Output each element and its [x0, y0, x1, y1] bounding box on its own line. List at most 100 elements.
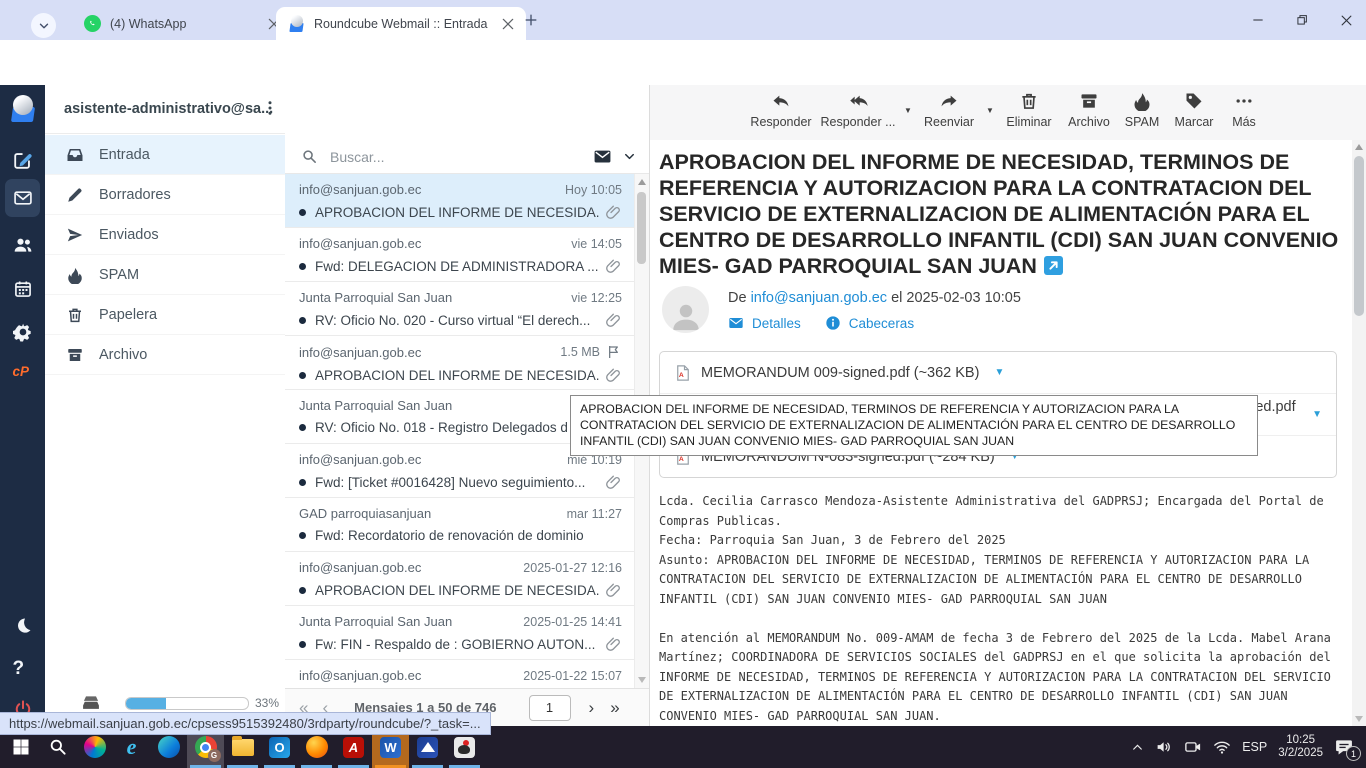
chevron-up-icon[interactable] [1131, 741, 1144, 754]
close-window-button[interactable] [1326, 0, 1366, 40]
rail-calendar-icon[interactable] [0, 271, 45, 307]
message-subject-text: Fwd: DELEGACION DE ADMINISTRADORA ... [315, 259, 599, 274]
scrollbar-thumb[interactable] [1354, 156, 1364, 316]
attachment-item[interactable]: AMEMORANDUM 009-signed.pdf (~362 KB)▼ [660, 352, 1336, 393]
unread-dot [299, 479, 306, 486]
message-row-header: info@sanjuan.gob.ec1.5 MB [299, 344, 622, 360]
responder-button[interactable]: Responder ... [816, 91, 900, 129]
language-indicator[interactable]: ESP [1242, 740, 1267, 754]
archivo-button[interactable]: Archivo [1060, 91, 1118, 129]
headers-link[interactable]: Cabeceras [849, 316, 914, 331]
unread-dot [299, 209, 306, 216]
minimize-button[interactable] [1238, 0, 1278, 40]
marcar-button[interactable]: Marcar [1166, 91, 1222, 129]
eliminar-button[interactable]: Eliminar [998, 91, 1060, 129]
message-sender: info@sanjuan.gob.ec [299, 345, 421, 360]
archive-icon [66, 346, 84, 364]
clock[interactable]: 10:25 3/2/2025 [1278, 734, 1323, 761]
rail-cpanel-icon[interactable]: cP [0, 357, 45, 393]
sidebar-item-papelera[interactable]: Papelera [45, 295, 285, 335]
tag-icon [1184, 91, 1204, 111]
message-sender: info@sanjuan.gob.ec [299, 452, 421, 467]
unread-dot [299, 263, 306, 270]
last-page-button[interactable]: » [610, 699, 619, 716]
message-date: Hoy 10:05 [565, 183, 622, 197]
rail-help-icon[interactable]: ? [0, 651, 45, 687]
chevron-down-icon[interactable]: ▼ [994, 367, 1004, 378]
account-menu[interactable]: asistente-administrativo@sa... [45, 85, 285, 134]
search-scope-mail-icon[interactable] [593, 147, 612, 166]
page-input[interactable] [529, 695, 571, 721]
quota-percent: 33% [255, 696, 279, 710]
fire-icon [66, 266, 84, 284]
toolbar-button-label: Responder [750, 115, 811, 129]
chevron-down-icon[interactable]: ▼ [982, 106, 998, 129]
browser-tab[interactable]: (4) WhatsApp [72, 7, 292, 40]
tab-search-button[interactable] [31, 13, 56, 38]
message-row-header: info@sanjuan.gob.ec2025-01-27 12:16 [299, 560, 622, 575]
rail-gear-icon[interactable] [0, 314, 45, 350]
message-scrollbar[interactable] [1352, 140, 1366, 726]
roundcube-logo [9, 95, 37, 123]
chevron-down-icon[interactable]: ▼ [900, 106, 916, 129]
rail-contacts-icon[interactable] [0, 227, 45, 263]
chevron-down-icon[interactable] [622, 149, 637, 164]
tab-close-icon[interactable] [500, 16, 516, 32]
search-icon [301, 148, 318, 165]
tray-date: 3/2/2025 [1278, 747, 1323, 759]
sidebar-item-borradores[interactable]: Borradores [45, 175, 285, 215]
message-list-row[interactable]: Junta Parroquial San Juan2025-01-25 14:4… [285, 606, 636, 660]
next-page-button[interactable]: › [589, 699, 595, 716]
whatsapp-icon [84, 15, 101, 32]
rail-roundcube-logo[interactable] [0, 91, 45, 127]
body-line: INFORME DE NECESIDAD, TERMINOS DE REFERE… [659, 668, 1359, 688]
message-row-subject: RV: Oficio No. 020 - Curso virtual “El d… [299, 312, 622, 329]
paperclip-icon [605, 258, 622, 275]
menu-dots-icon[interactable] [261, 99, 279, 117]
spam-button[interactable]: SPAM [1118, 91, 1166, 129]
message-list-row[interactable]: Junta Parroquial San Juanvie 12:25RV: Of… [285, 282, 636, 336]
message-list-row[interactable]: GAD parroquiasanjuanmar 11:27Fwd: Record… [285, 498, 636, 552]
details-link[interactable]: Detalles [752, 316, 801, 331]
maximize-button[interactable] [1282, 0, 1322, 40]
message-row-subject: APROBACION DEL INFORME DE NECESIDA... [299, 204, 622, 221]
sidebar-item-archivo[interactable]: Archivo [45, 335, 285, 375]
message-list-row[interactable]: info@sanjuan.gob.ecvie 14:05Fwd: DELEGAC… [285, 228, 636, 282]
message-sender: GAD parroquiasanjuan [299, 506, 431, 521]
search-input[interactable] [328, 148, 583, 166]
sidebar-item-enviados[interactable]: Enviados [45, 215, 285, 255]
reenviar-button[interactable]: Reenviar [916, 91, 982, 129]
responder-button[interactable]: Responder [746, 91, 816, 129]
message-date: 2025-01-27 12:16 [523, 561, 622, 575]
external-link-icon[interactable] [1044, 256, 1063, 275]
sidebar-item-spam[interactable]: SPAM [45, 255, 285, 295]
browser-tab[interactable]: Roundcube Webmail :: Entrada [276, 7, 526, 40]
message-list-row[interactable]: info@sanjuan.gob.ec1.5 MBAPROBACION DEL … [285, 336, 636, 390]
ms-button[interactable]: Más [1222, 91, 1266, 129]
search-bar [285, 140, 649, 174]
scrollbar-thumb[interactable] [637, 192, 646, 264]
message-row-subject: Fwd: [Ticket #0016428] Nuevo seguimiento… [299, 474, 622, 491]
meet-now-icon[interactable] [1184, 738, 1202, 756]
message-list-row[interactable]: info@sanjuan.gob.ecHoy 10:05APROBACION D… [285, 174, 636, 228]
rail-mail-icon[interactable] [0, 180, 45, 216]
speaker-icon[interactable] [1155, 738, 1173, 756]
chevron-down-icon[interactable]: ▼ [1312, 409, 1322, 420]
message-body: Lcda. Cecilia Carrasco Mendoza-Asistente… [659, 492, 1359, 726]
sender-email-link[interactable]: info@sanjuan.gob.ec [751, 290, 887, 306]
from-label: De [728, 290, 747, 306]
archive-icon [1079, 91, 1099, 111]
rail-moon-icon[interactable] [0, 608, 45, 644]
body-line: Compras Publicas. [659, 512, 1359, 532]
flag-icon [606, 344, 622, 360]
message-row-header: info@sanjuan.gob.ec2025-01-22 15:07 [299, 668, 622, 683]
wifi-icon[interactable] [1213, 738, 1231, 756]
body-line: Asunto: APROBACION DEL INFORME DE NECESI… [659, 551, 1359, 571]
message-date: el 2025-02-03 10:05 [891, 290, 1021, 306]
quota-fill [126, 698, 166, 709]
message-list-row[interactable]: info@sanjuan.gob.ec2025-01-27 12:16APROB… [285, 552, 636, 606]
notification-center-button[interactable]: 1 [1334, 737, 1356, 757]
rail-compose-icon[interactable] [0, 142, 45, 178]
sidebar-item-entrada[interactable]: Entrada [45, 135, 285, 175]
new-tab-button[interactable] [520, 9, 542, 31]
